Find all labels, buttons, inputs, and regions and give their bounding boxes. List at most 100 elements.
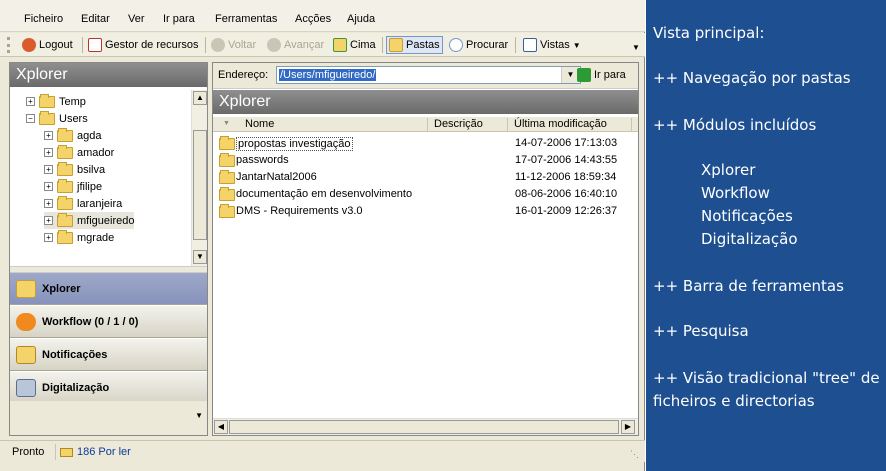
go-button[interactable]: Ir para (577, 66, 626, 84)
unread-messages[interactable]: 186 Por ler (55, 444, 131, 460)
tree-scrollbar[interactable]: ▲ ▼ (191, 90, 207, 266)
feature-item: ++ Navegação por pastas (653, 69, 851, 87)
expand-icon[interactable]: + (44, 165, 53, 174)
tree-item-bsilva[interactable]: + bsilva (44, 161, 105, 178)
expand-icon[interactable]: + (44, 216, 53, 225)
scanner-icon (16, 378, 36, 397)
column-name[interactable]: ▼ Nome (213, 118, 428, 131)
module-item: Digitalização (701, 230, 798, 248)
search-icon (449, 38, 463, 52)
module-item: Notificações (701, 207, 793, 225)
right-pane: Endereço: /Users/mfigueiredo/ ▼ Ir para … (212, 62, 639, 436)
folder-icon (219, 187, 235, 201)
expand-icon[interactable]: + (44, 131, 53, 140)
menu-ajuda[interactable]: Ajuda (347, 13, 375, 25)
chevron-down-icon: ▼ (572, 40, 581, 50)
tree-item-mgrade[interactable]: + mgrade (44, 229, 114, 246)
module-item: Xplorer (701, 161, 756, 179)
views-icon (523, 38, 537, 52)
feature-item: ++ Barra de ferramentas (653, 277, 844, 295)
folders-button[interactable]: Pastas (386, 36, 443, 54)
feature-title: Vista principal: (653, 24, 765, 42)
column-modified[interactable]: Última modificação (508, 118, 632, 131)
back-arrow-icon (211, 38, 225, 52)
menu-accoes[interactable]: Acções (295, 13, 331, 25)
tree-item-mfigueiredo[interactable]: + mfigueiredo (44, 212, 135, 229)
tree-item-laranjeira[interactable]: + laranjeira (44, 195, 122, 212)
folder-icon (39, 93, 55, 108)
scroll-left-icon[interactable]: ◀ (214, 420, 228, 434)
resources-button[interactable]: Gestor de recursos (86, 36, 201, 54)
folder-icon (57, 127, 73, 142)
folder-icon (57, 195, 73, 210)
address-bar: Endereço: /Users/mfigueiredo/ ▼ Ir para (213, 63, 638, 89)
menu-ver[interactable]: Ver (128, 13, 145, 25)
scroll-down-icon[interactable]: ▼ (193, 250, 207, 264)
back-button[interactable]: Voltar (209, 36, 258, 54)
tree-item-agda[interactable]: + agda (44, 127, 101, 144)
folder-icon (57, 229, 73, 244)
scroll-up-icon[interactable]: ▲ (193, 91, 207, 105)
column-description[interactable]: Descrição (428, 118, 508, 131)
nav-xplorer-button[interactable]: Xplorer (10, 273, 207, 305)
toolbar-overflow-icon[interactable]: ▼ (631, 43, 641, 55)
pane-splitter[interactable] (10, 266, 207, 273)
feature-item: ++ Módulos incluídos (653, 116, 817, 134)
folder-open-icon (57, 212, 73, 227)
scroll-right-icon[interactable]: ▶ (621, 420, 635, 434)
left-pane-title: Xplorer (10, 63, 207, 87)
file-row[interactable]: DMS - Requirements v3.0 16-01-2009 12:26… (215, 203, 630, 220)
folder-icon (219, 153, 235, 167)
envelope-icon (16, 345, 36, 364)
resize-grip-icon[interactable]: ⋱ (630, 449, 639, 460)
folder-icon (57, 161, 73, 176)
folder-icon (57, 144, 73, 159)
scroll-thumb[interactable] (229, 420, 619, 434)
folder-icon (219, 170, 235, 184)
sort-icon: ▼ (223, 120, 230, 127)
workflow-icon (16, 312, 36, 331)
up-button[interactable]: Cima (331, 36, 378, 54)
file-row[interactable]: documentação em desenvolvimento 08-06-20… (215, 186, 630, 203)
forward-arrow-icon (267, 38, 281, 52)
tree-item-users[interactable]: − Users (26, 110, 88, 127)
menu-ir-para[interactable]: Ir para (163, 13, 195, 25)
chevron-down-icon[interactable]: ▼ (195, 411, 203, 420)
expand-icon[interactable]: + (26, 97, 35, 106)
file-list-scrollbar[interactable]: ◀ ▶ (213, 418, 638, 435)
forward-button[interactable]: Avançar (265, 36, 326, 54)
folder-icon (219, 204, 235, 218)
folder-open-icon (39, 110, 55, 125)
tree-item-amador[interactable]: + amador (44, 144, 114, 161)
status-bar: Pronto 186 Por ler ⋱ (0, 440, 645, 462)
feature-item: ++ Visão tradicional "tree" de (653, 369, 880, 387)
address-input[interactable]: /Users/mfigueiredo/ (276, 66, 581, 84)
toolbar-grip[interactable] (7, 37, 10, 53)
expand-icon[interactable]: + (44, 199, 53, 208)
module-item: Workflow (701, 184, 770, 202)
go-arrow-icon (577, 68, 591, 82)
file-row[interactable]: JantarNatal2006 11-12-2006 18:59:34 (215, 169, 630, 186)
file-row[interactable]: propostas investigação 14-07-2006 17:13:… (215, 135, 630, 152)
tree-item-temp[interactable]: + Temp (26, 93, 86, 110)
nav-notifications-button[interactable]: Notificações (10, 339, 207, 371)
scroll-thumb[interactable] (193, 130, 207, 240)
expand-icon[interactable]: + (44, 148, 53, 157)
collapse-icon[interactable]: − (26, 114, 35, 123)
expand-icon[interactable]: + (44, 233, 53, 242)
folder-tree: + Temp − Users + agda + amador + bsilva … (10, 90, 207, 266)
views-button[interactable]: Vistas ▼ (521, 36, 583, 54)
menu-ferramentas[interactable]: Ferramentas (215, 13, 277, 25)
feature-item: ++ Pesquisa (653, 322, 749, 340)
application-window: Ficheiro Editar Ver Ir para Ferramentas … (0, 0, 645, 471)
menu-ficheiro[interactable]: Ficheiro (24, 13, 63, 25)
menu-editar[interactable]: Editar (81, 13, 110, 25)
search-button[interactable]: Procurar (447, 36, 510, 54)
logout-button[interactable]: Logout (20, 36, 75, 54)
file-row[interactable]: passwords 17-07-2006 14:43:55 (215, 152, 630, 169)
expand-icon[interactable]: + (44, 182, 53, 191)
nav-workflow-button[interactable]: Workflow (0 / 1 / 0) (10, 306, 207, 338)
toolbar: Logout Gestor de recursos Voltar Avançar… (0, 33, 645, 57)
nav-digitalization-button[interactable]: Digitalização (10, 372, 207, 404)
tree-item-jfilipe[interactable]: + jfilipe (44, 178, 102, 195)
